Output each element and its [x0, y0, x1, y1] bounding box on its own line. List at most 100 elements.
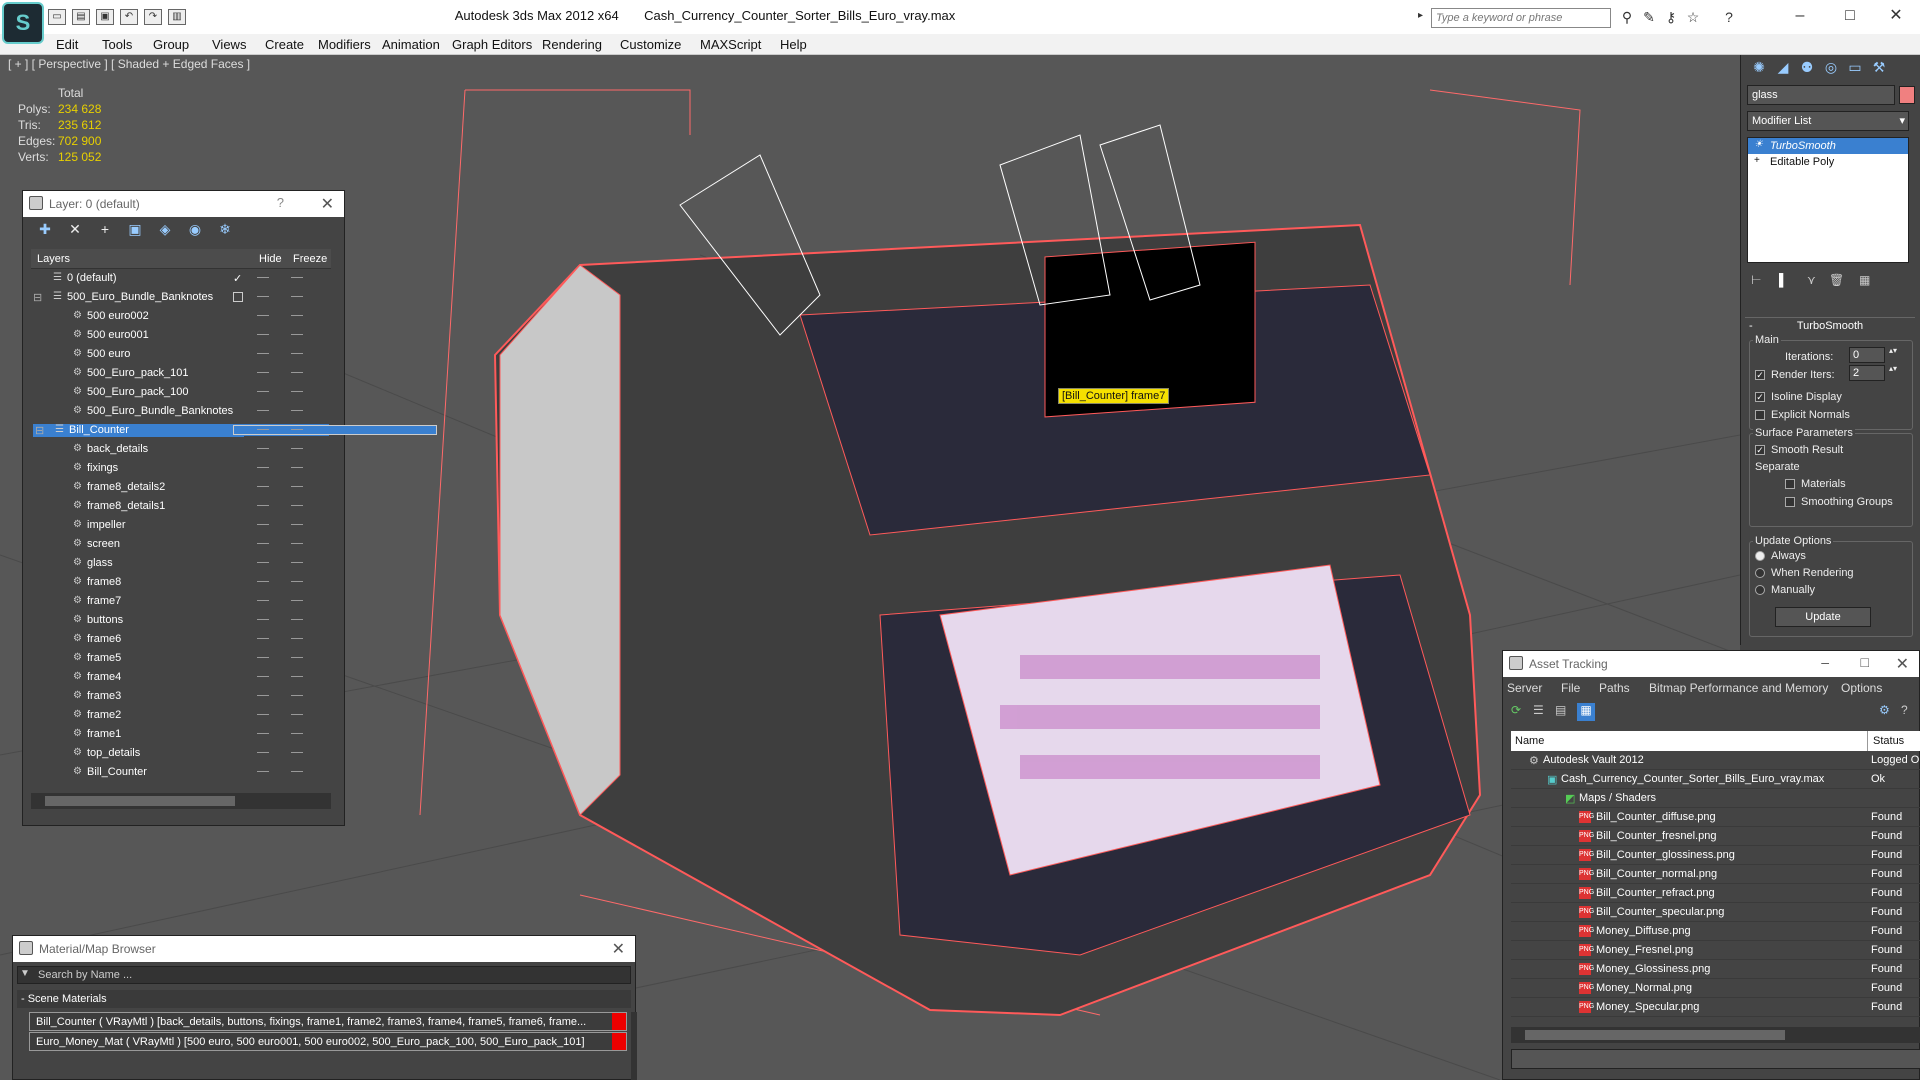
layer-name[interactable]: frame7	[87, 595, 121, 607]
layer-name[interactable]: back_details	[87, 443, 148, 455]
material-item[interactable]: Euro_Money_Mat ( VRayMtl ) [500 euro, 50…	[29, 1032, 627, 1051]
layer-row[interactable]: ⚙ frame5	[31, 649, 331, 668]
layer-row[interactable]: ☰ 0 (default) ✓	[31, 269, 331, 288]
set-current-layer-icon[interactable]	[233, 292, 243, 302]
horizontal-scrollbar[interactable]	[31, 793, 331, 809]
spinner-arrows-icon[interactable]: ▴▾	[1889, 364, 1897, 373]
layer-name[interactable]: 500 euro	[87, 348, 130, 360]
layer-name[interactable]: 500_Euro_pack_100	[87, 386, 189, 398]
layer-row[interactable]: ⚙ 500 euro	[31, 345, 331, 364]
close-icon[interactable]: ✕	[1896, 654, 1909, 674]
layer-row[interactable]: ⚙ frame7	[31, 592, 331, 611]
layer-name[interactable]: frame8_details2	[87, 481, 165, 493]
hide-toggle[interactable]	[257, 676, 269, 677]
layer-row[interactable]: ⚙ 500_Euro_pack_101	[31, 364, 331, 383]
modifier-list-dropdown[interactable]: Modifier List ▾	[1747, 111, 1909, 131]
layer-name[interactable]: frame8_details1	[87, 500, 165, 512]
hide-toggle[interactable]	[257, 467, 269, 468]
hide-toggle[interactable]	[257, 581, 269, 582]
hide-toggle[interactable]	[257, 410, 269, 411]
freeze-toggle[interactable]	[291, 638, 303, 639]
hide-toggle[interactable]	[257, 524, 269, 525]
menu-server[interactable]: Server	[1507, 681, 1542, 695]
column-status[interactable]: Status	[1873, 735, 1904, 747]
checkbox[interactable]	[1785, 497, 1795, 508]
highlight-layer-icon[interactable]: ◈	[155, 221, 175, 241]
asset-row[interactable]: PNG Bill_Counter_glossiness.png Found	[1511, 846, 1920, 865]
layer-row[interactable]: ⚙ screen	[31, 535, 331, 554]
layer-name[interactable]: 500_Euro_pack_101	[87, 367, 189, 379]
pin-stack-icon[interactable]: ⊢	[1751, 273, 1761, 287]
vertical-scrollbar[interactable]	[631, 1012, 637, 1080]
explicit-normals-toggle[interactable]: Explicit Normals	[1755, 409, 1850, 421]
minimize-icon[interactable]: –	[1821, 654, 1829, 670]
horizontal-scrollbar[interactable]	[1511, 1027, 1920, 1043]
hide-toggle[interactable]	[257, 429, 269, 430]
freeze-toggle[interactable]	[291, 467, 303, 468]
create-layer-icon[interactable]: ✚	[35, 221, 55, 241]
expand-icon[interactable]: +	[1754, 155, 1760, 166]
asset-row[interactable]: PNG Money_Specular.png Found	[1511, 998, 1920, 1017]
column-hide[interactable]: Hide	[259, 253, 282, 265]
lightbulb-icon[interactable]: ☀	[1754, 139, 1763, 150]
layer-name[interactable]: 500 euro002	[87, 310, 149, 322]
layer-row[interactable]: ⚙ glass	[31, 554, 331, 573]
layer-name[interactable]: buttons	[87, 614, 123, 626]
freeze-toggle[interactable]	[291, 752, 303, 753]
hide-toggle[interactable]	[257, 619, 269, 620]
layer-name[interactable]: impeller	[87, 519, 126, 531]
asset-row[interactable]: ▣ Cash_Currency_Counter_Sorter_Bills_Euro…	[1511, 770, 1920, 789]
render-iters-toggle[interactable]: ✓ Render Iters:	[1755, 369, 1835, 381]
menu-maxscript[interactable]: MAXScript	[700, 37, 761, 52]
freeze-toggle[interactable]	[291, 296, 303, 297]
show-end-result-icon[interactable]: ▌	[1779, 273, 1788, 287]
freeze-toggle[interactable]	[291, 486, 303, 487]
freeze-toggle[interactable]	[291, 733, 303, 734]
maximize-icon[interactable]: □	[1861, 654, 1869, 670]
layer-panel-titlebar[interactable]: Layer: 0 (default) ? ✕	[23, 191, 344, 217]
smooth-result-toggle[interactable]: ✓ Smooth Result	[1755, 444, 1843, 456]
layer-row[interactable]: ⚙ impeller	[31, 516, 331, 535]
material-browser-titlebar[interactable]: Material/Map Browser ✕	[13, 936, 635, 962]
menu-help[interactable]: Help	[780, 37, 807, 52]
layer-row[interactable]: ⚙ frame1	[31, 725, 331, 744]
hide-toggle[interactable]	[257, 695, 269, 696]
menu-views[interactable]: Views	[212, 37, 246, 52]
hide-toggle[interactable]	[257, 543, 269, 544]
asset-row[interactable]: PNG Bill_Counter_fresnel.png Found	[1511, 827, 1920, 846]
minimize-icon[interactable]: –	[1780, 4, 1820, 28]
asset-tracking-titlebar[interactable]: Asset Tracking – □ ✕	[1503, 651, 1919, 677]
materials-toggle[interactable]: Materials	[1785, 478, 1846, 490]
thumbnail-view-icon[interactable]: ▤	[1555, 703, 1566, 717]
refresh-icon[interactable]: ⟳	[1511, 703, 1521, 717]
layer-name[interactable]: frame5	[87, 652, 121, 664]
column-layers[interactable]: Layers	[37, 253, 70, 265]
layer-name[interactable]: 500_Euro_Bundle_Banknotes	[67, 291, 213, 303]
menu-options[interactable]: Options	[1841, 681, 1882, 695]
menu-graph-editors[interactable]: Graph Editors	[452, 37, 532, 52]
layer-row[interactable]: ⚙ frame4	[31, 668, 331, 687]
layer-name[interactable]: glass	[87, 557, 113, 569]
always-radio[interactable]: Always	[1755, 550, 1806, 562]
layer-row[interactable]: ⊟ ☰ 500_Euro_Bundle_Banknotes	[31, 288, 331, 307]
hide-toggle[interactable]	[257, 733, 269, 734]
freeze-toggle[interactable]	[291, 543, 303, 544]
checkbox[interactable]: ✓	[1755, 370, 1765, 381]
layer-row[interactable]: ⚙ fixings	[31, 459, 331, 478]
utilities-tab-icon[interactable]: ⚒	[1869, 59, 1889, 79]
stack-item-editable-poly[interactable]: + Editable Poly	[1748, 154, 1908, 170]
when-rendering-radio[interactable]: When Rendering	[1755, 567, 1854, 579]
favorite-star-icon[interactable]: ☆	[1684, 8, 1702, 26]
asset-path-field[interactable]	[1511, 1049, 1920, 1069]
select-objects-icon[interactable]: ▣	[125, 221, 145, 241]
column-name[interactable]: Name	[1515, 735, 1544, 747]
create-tab-icon[interactable]: ✺	[1749, 59, 1769, 79]
hide-toggle[interactable]	[257, 315, 269, 316]
layer-name[interactable]: Bill_Counter	[87, 766, 147, 778]
current-layer-check-icon[interactable]: ✓	[233, 272, 242, 285]
hierarchy-tab-icon[interactable]: ⚉	[1797, 59, 1817, 79]
freeze-toggle[interactable]	[291, 714, 303, 715]
radio-button[interactable]	[1755, 585, 1765, 596]
layer-row[interactable]: ⚙ 500_Euro_pack_100	[31, 383, 331, 402]
set-current-layer-icon[interactable]	[233, 425, 437, 435]
